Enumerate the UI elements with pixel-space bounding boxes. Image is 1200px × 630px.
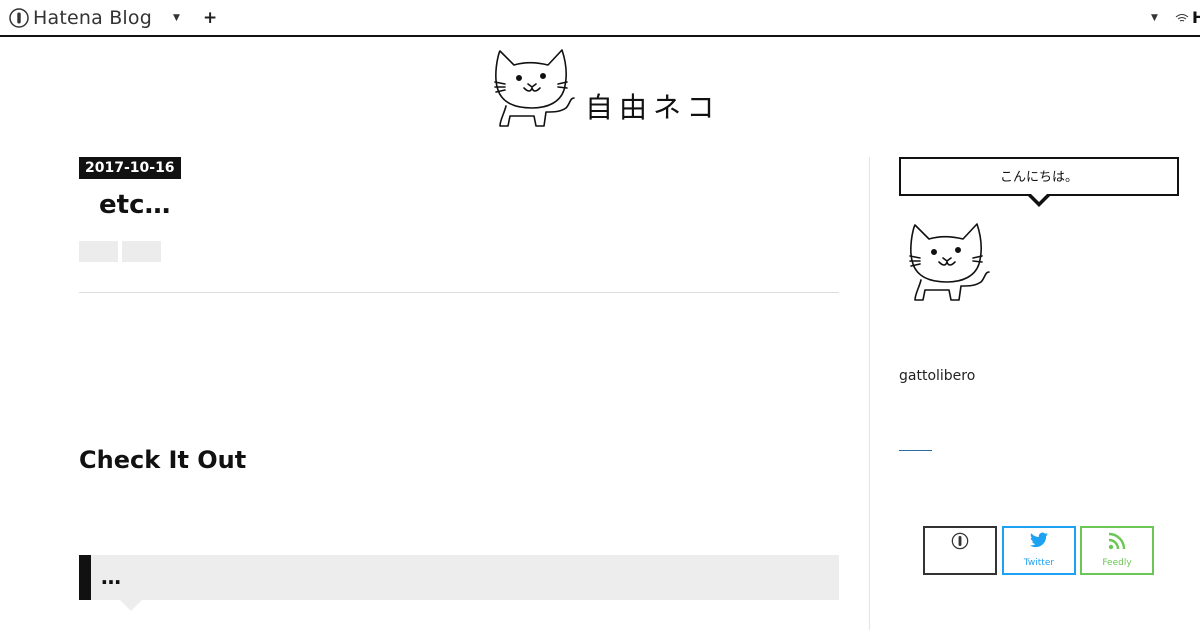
user-menu-label[interactable]: H xyxy=(1192,8,1200,27)
twitter-bird-icon xyxy=(1030,532,1048,548)
hatena-bookmark-share-button[interactable] xyxy=(923,526,997,575)
add-post-plus-icon[interactable]: + xyxy=(203,8,217,28)
twitter-share-button[interactable]: Twitter xyxy=(1002,526,1076,575)
author-name[interactable]: gattolibero xyxy=(899,368,975,384)
hatena-logo-icon xyxy=(9,8,29,28)
blog-menu-chevron-down-icon[interactable]: ▼ xyxy=(173,13,180,23)
entry-divider xyxy=(79,292,839,293)
category-tag[interactable] xyxy=(122,241,161,262)
author-avatar[interactable] xyxy=(905,220,995,304)
comment-text: … xyxy=(101,565,121,589)
comment-bubble-arrow xyxy=(120,600,142,611)
author-link[interactable] xyxy=(899,450,932,451)
section-heading: Check It Out xyxy=(79,446,247,474)
logo-text: Hatena Blog xyxy=(33,7,152,29)
about-heading: こんにちは。 xyxy=(899,157,1179,196)
sidebar-divider xyxy=(869,157,870,630)
hatena-bookmark-icon xyxy=(951,532,969,550)
rss-feed-icon xyxy=(1108,532,1126,550)
about-bubble-arrow-fill xyxy=(1031,194,1047,202)
twitter-label: Twitter xyxy=(1023,558,1055,568)
feedly-label: Feedly xyxy=(1102,558,1132,568)
hatena-blog-logo[interactable]: Hatena Blog xyxy=(9,7,152,29)
feedly-subscribe-button[interactable]: Feedly xyxy=(1080,526,1154,575)
notifications-icon[interactable] xyxy=(1175,11,1189,25)
cat-logo-image[interactable] xyxy=(490,46,580,130)
global-header: Hatena Blog ▼ + ▼ H xyxy=(0,0,1200,37)
entry-date[interactable]: 2017-10-16 xyxy=(79,157,181,179)
blog-title[interactable]: 自由ネコ xyxy=(585,86,720,126)
category-tag[interactable] xyxy=(79,241,118,262)
entry-title[interactable]: etc… xyxy=(99,190,170,220)
user-menu-chevron-down-icon[interactable]: ▼ xyxy=(1151,13,1158,23)
comment-bubble: … xyxy=(79,555,839,600)
